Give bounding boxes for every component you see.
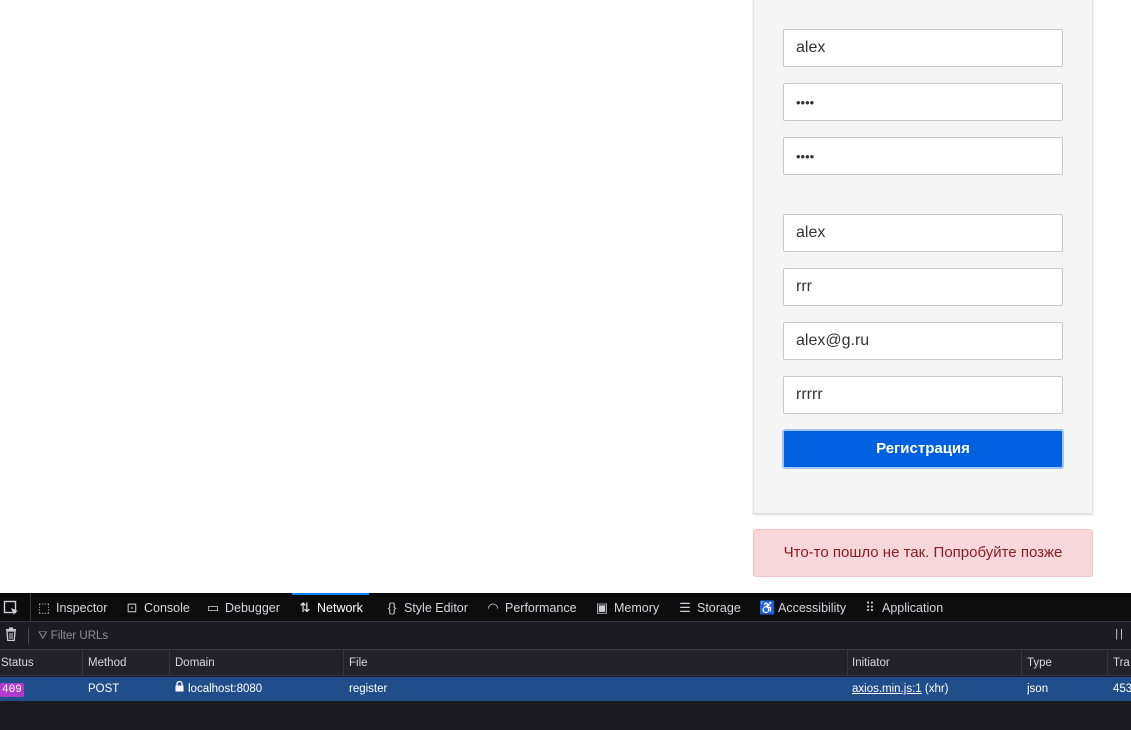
tab-label: Debugger bbox=[225, 601, 280, 615]
tab-label: Console bbox=[144, 601, 190, 615]
email-input[interactable] bbox=[783, 322, 1063, 360]
tab-label: Style Editor bbox=[404, 601, 468, 615]
tab-console[interactable]: ⊡ Console bbox=[125, 593, 190, 622]
tab-label: Memory bbox=[614, 601, 660, 615]
column-initiator[interactable]: Initiator bbox=[852, 650, 890, 676]
trash-icon[interactable] bbox=[5, 627, 19, 643]
devtools-toolbar: ⬚ Inspector ⊡ Console ▭ Debugger ⇅ Network {… bbox=[0, 593, 1131, 622]
tab-inspector[interactable]: ⬚ Inspector bbox=[37, 593, 108, 622]
column-status[interactable]: Status bbox=[1, 650, 34, 676]
tab-accessibility[interactable]: ♿ Accessibility bbox=[759, 593, 846, 622]
tab-storage[interactable]: ☰ Storage bbox=[678, 593, 741, 622]
column-method[interactable]: Method bbox=[88, 650, 126, 676]
column-domain[interactable]: Domain bbox=[175, 650, 215, 676]
method-cell: POST bbox=[88, 683, 120, 695]
table-row[interactable]: 409 POST localhost:8080 register axios.m… bbox=[0, 677, 1131, 701]
tab-network[interactable]: ⇅ Network bbox=[292, 593, 369, 622]
file-cell: register bbox=[349, 683, 388, 695]
column-transferred[interactable]: Tra bbox=[1113, 650, 1130, 676]
page-viewport: Регистрация Что-то пошло не так. Попробу… bbox=[0, 0, 1131, 593]
surname-input[interactable] bbox=[783, 268, 1063, 306]
initiator-cell: axios.min.js:1 (xhr) bbox=[852, 677, 949, 701]
application-icon: ⠿ bbox=[865, 600, 875, 615]
registration-card: Регистрация bbox=[753, 0, 1093, 514]
tab-label: Application bbox=[882, 601, 944, 615]
tab-label: Inspector bbox=[56, 601, 108, 615]
devtools-panel: ⬚ Inspector ⊡ Console ▭ Debugger ⇅ Network {… bbox=[0, 593, 1131, 730]
pause-icon[interactable]: || bbox=[1115, 628, 1125, 640]
password-confirm-input[interactable] bbox=[783, 137, 1063, 175]
tab-style-editor[interactable]: {} Style Editor bbox=[385, 593, 468, 622]
login-input[interactable] bbox=[783, 29, 1063, 67]
filter-icon: ⛛ bbox=[38, 630, 48, 642]
inspector-icon: ⬚ bbox=[37, 600, 51, 615]
toolbar-separator bbox=[28, 628, 29, 644]
column-type[interactable]: Type bbox=[1027, 650, 1052, 676]
tab-label: Performance bbox=[505, 601, 577, 615]
name-input[interactable] bbox=[783, 214, 1063, 252]
column-divider bbox=[169, 650, 170, 676]
filter-placeholder: Filter URLs bbox=[50, 630, 109, 642]
lock-icon bbox=[175, 678, 184, 701]
column-file[interactable]: File bbox=[349, 650, 368, 676]
performance-icon: ◠ bbox=[487, 600, 499, 615]
domain-text: localhost:8080 bbox=[188, 683, 263, 695]
register-button[interactable]: Регистрация bbox=[782, 429, 1064, 469]
transferred-cell: 453 bbox=[1113, 683, 1131, 695]
tab-label: Accessibility bbox=[778, 601, 847, 615]
column-divider bbox=[847, 650, 848, 676]
password-input[interactable] bbox=[783, 83, 1063, 121]
initiator-suffix: (xhr) bbox=[921, 683, 949, 695]
console-icon: ⊡ bbox=[126, 600, 138, 615]
tab-application[interactable]: ⠿ Application bbox=[863, 593, 943, 622]
filter-urls-input[interactable]: ⛛ Filter URLs bbox=[38, 622, 108, 650]
status-badge: 409 bbox=[0, 683, 24, 697]
initiator-link[interactable]: axios.min.js:1 bbox=[852, 683, 922, 695]
type-cell: json bbox=[1027, 683, 1049, 695]
column-divider bbox=[82, 650, 83, 676]
tab-label: Storage bbox=[697, 601, 741, 615]
status-cell: 409 bbox=[0, 677, 24, 701]
error-alert: Что-то пошло не так. Попробуйте позже bbox=[753, 529, 1093, 577]
tab-memory[interactable]: ▣ Memory bbox=[595, 593, 659, 622]
storage-icon: ☰ bbox=[679, 600, 691, 615]
network-icon: ⇅ bbox=[299, 600, 311, 615]
domain-cell: localhost:8080 bbox=[175, 677, 262, 701]
tab-debugger[interactable]: ▭ Debugger bbox=[206, 593, 280, 622]
debugger-icon: ▭ bbox=[206, 600, 220, 615]
extra-input[interactable] bbox=[783, 376, 1063, 414]
request-table-header: Status Method Domain File Initiator Type… bbox=[0, 650, 1131, 676]
accessibility-icon: ♿ bbox=[759, 600, 776, 615]
column-divider bbox=[343, 650, 344, 676]
memory-icon: ▣ bbox=[595, 600, 609, 615]
column-divider bbox=[1021, 650, 1022, 676]
column-divider bbox=[1107, 650, 1108, 676]
element-picker-icon[interactable] bbox=[3, 593, 19, 622]
toolbar-separator bbox=[30, 593, 31, 622]
tab-label: Network bbox=[317, 601, 363, 615]
network-filter-bar: ⛛ Filter URLs || bbox=[0, 622, 1131, 650]
tab-performance[interactable]: ◠ Performance bbox=[486, 593, 577, 622]
style-editor-icon: {} bbox=[387, 600, 397, 615]
